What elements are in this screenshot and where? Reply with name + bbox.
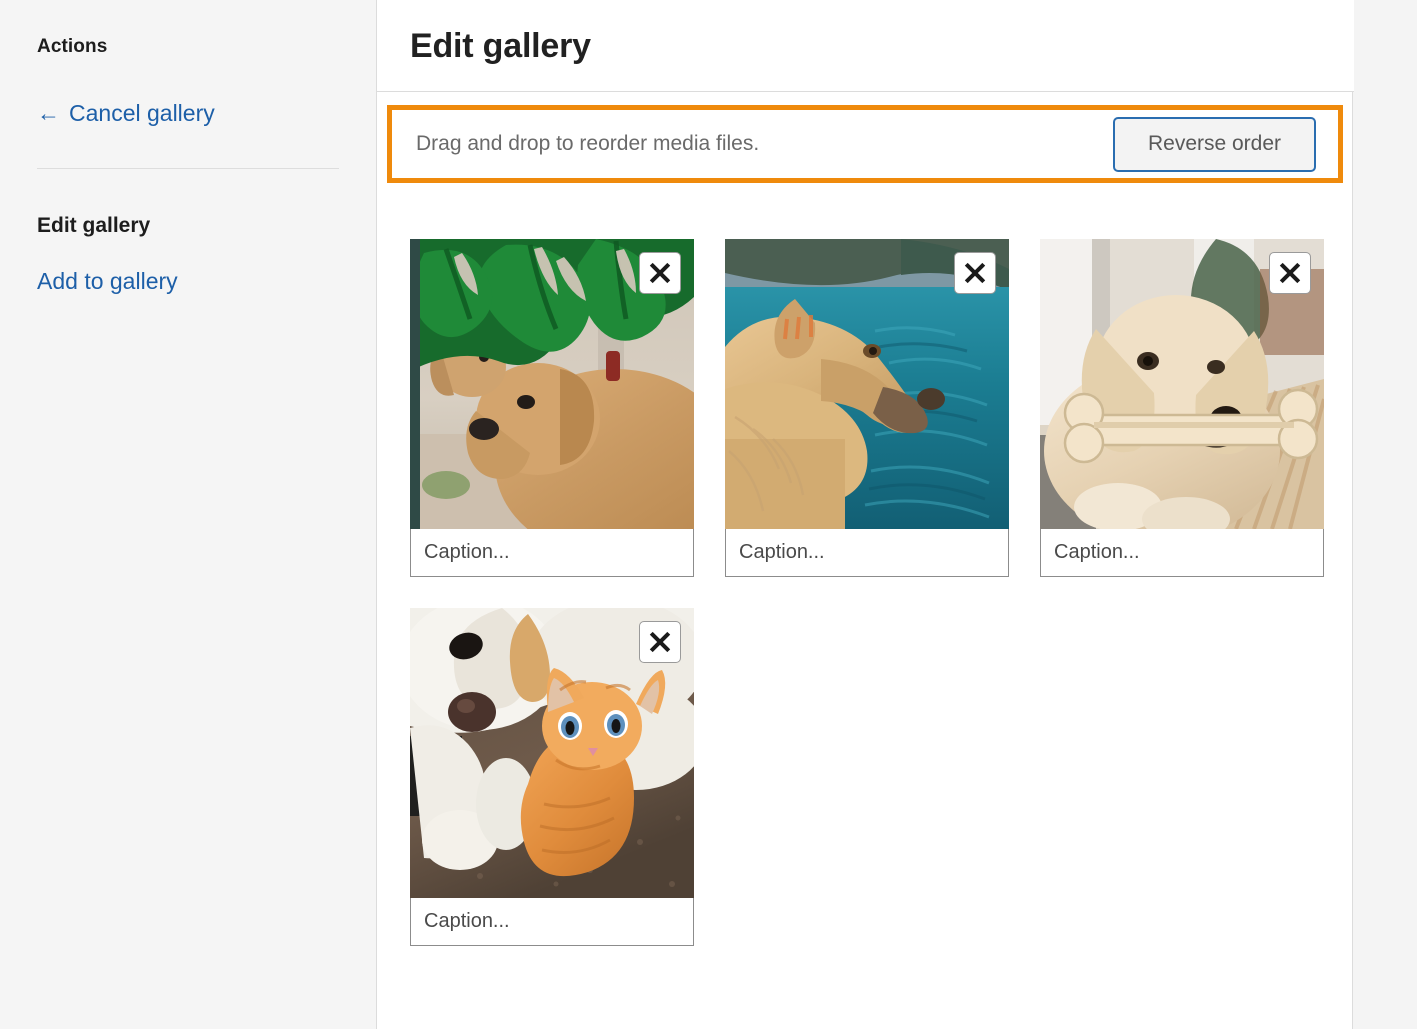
- edit-gallery-screen: Actions ← Cancel gallery Edit gallery Ad…: [0, 0, 1417, 1029]
- gallery-item[interactable]: [1040, 239, 1324, 577]
- right-rail: [1354, 0, 1417, 1029]
- close-x-icon: [964, 262, 986, 284]
- close-x-icon: [1279, 262, 1301, 284]
- remove-media-button[interactable]: [639, 621, 681, 663]
- main-region: Edit gallery Drag and drop to reorder me…: [377, 0, 1417, 1029]
- arrow-left-icon: ←: [37, 99, 60, 126]
- media-thumbnail[interactable]: [410, 239, 694, 529]
- content-panel: Drag and drop to reorder media files. Re…: [377, 92, 1353, 1029]
- page-header: Edit gallery: [377, 0, 1417, 92]
- caption-input[interactable]: [725, 529, 1009, 577]
- gallery-item[interactable]: [725, 239, 1009, 577]
- sidebar-item-add-to-gallery[interactable]: Add to gallery: [37, 268, 376, 296]
- cancel-gallery-link[interactable]: Cancel gallery: [69, 100, 215, 128]
- remove-media-button[interactable]: [1269, 252, 1311, 294]
- media-thumbnail[interactable]: [725, 239, 1009, 529]
- close-x-icon: [649, 262, 671, 284]
- sidebar-section-edit-gallery: Edit gallery: [37, 214, 151, 238]
- gallery-item[interactable]: [410, 608, 694, 946]
- reverse-order-button[interactable]: Reverse order: [1113, 116, 1316, 172]
- add-to-gallery-link[interactable]: Add to gallery: [37, 268, 376, 296]
- media-thumbnail[interactable]: [410, 608, 694, 898]
- caption-input[interactable]: [1040, 529, 1324, 577]
- reorder-notice-bar: Drag and drop to reorder media files. Re…: [387, 105, 1343, 183]
- sidebar-heading-actions: Actions: [37, 36, 108, 57]
- caption-input[interactable]: [410, 529, 694, 577]
- page-title: Edit gallery: [410, 26, 591, 65]
- remove-media-button[interactable]: [954, 252, 996, 294]
- sidebar-item-cancel-gallery[interactable]: ← Cancel gallery: [37, 100, 376, 128]
- remove-media-button[interactable]: [639, 252, 681, 294]
- sidebar: Actions ← Cancel gallery Edit gallery Ad…: [0, 0, 377, 1029]
- close-x-icon: [649, 631, 671, 653]
- sidebar-divider: [37, 168, 339, 170]
- caption-input[interactable]: [410, 898, 694, 946]
- media-thumbnail[interactable]: [1040, 239, 1324, 529]
- gallery-grid: [410, 239, 1325, 946]
- reorder-instruction-text: Drag and drop to reorder media files.: [416, 132, 760, 156]
- gallery-item[interactable]: [410, 239, 694, 577]
